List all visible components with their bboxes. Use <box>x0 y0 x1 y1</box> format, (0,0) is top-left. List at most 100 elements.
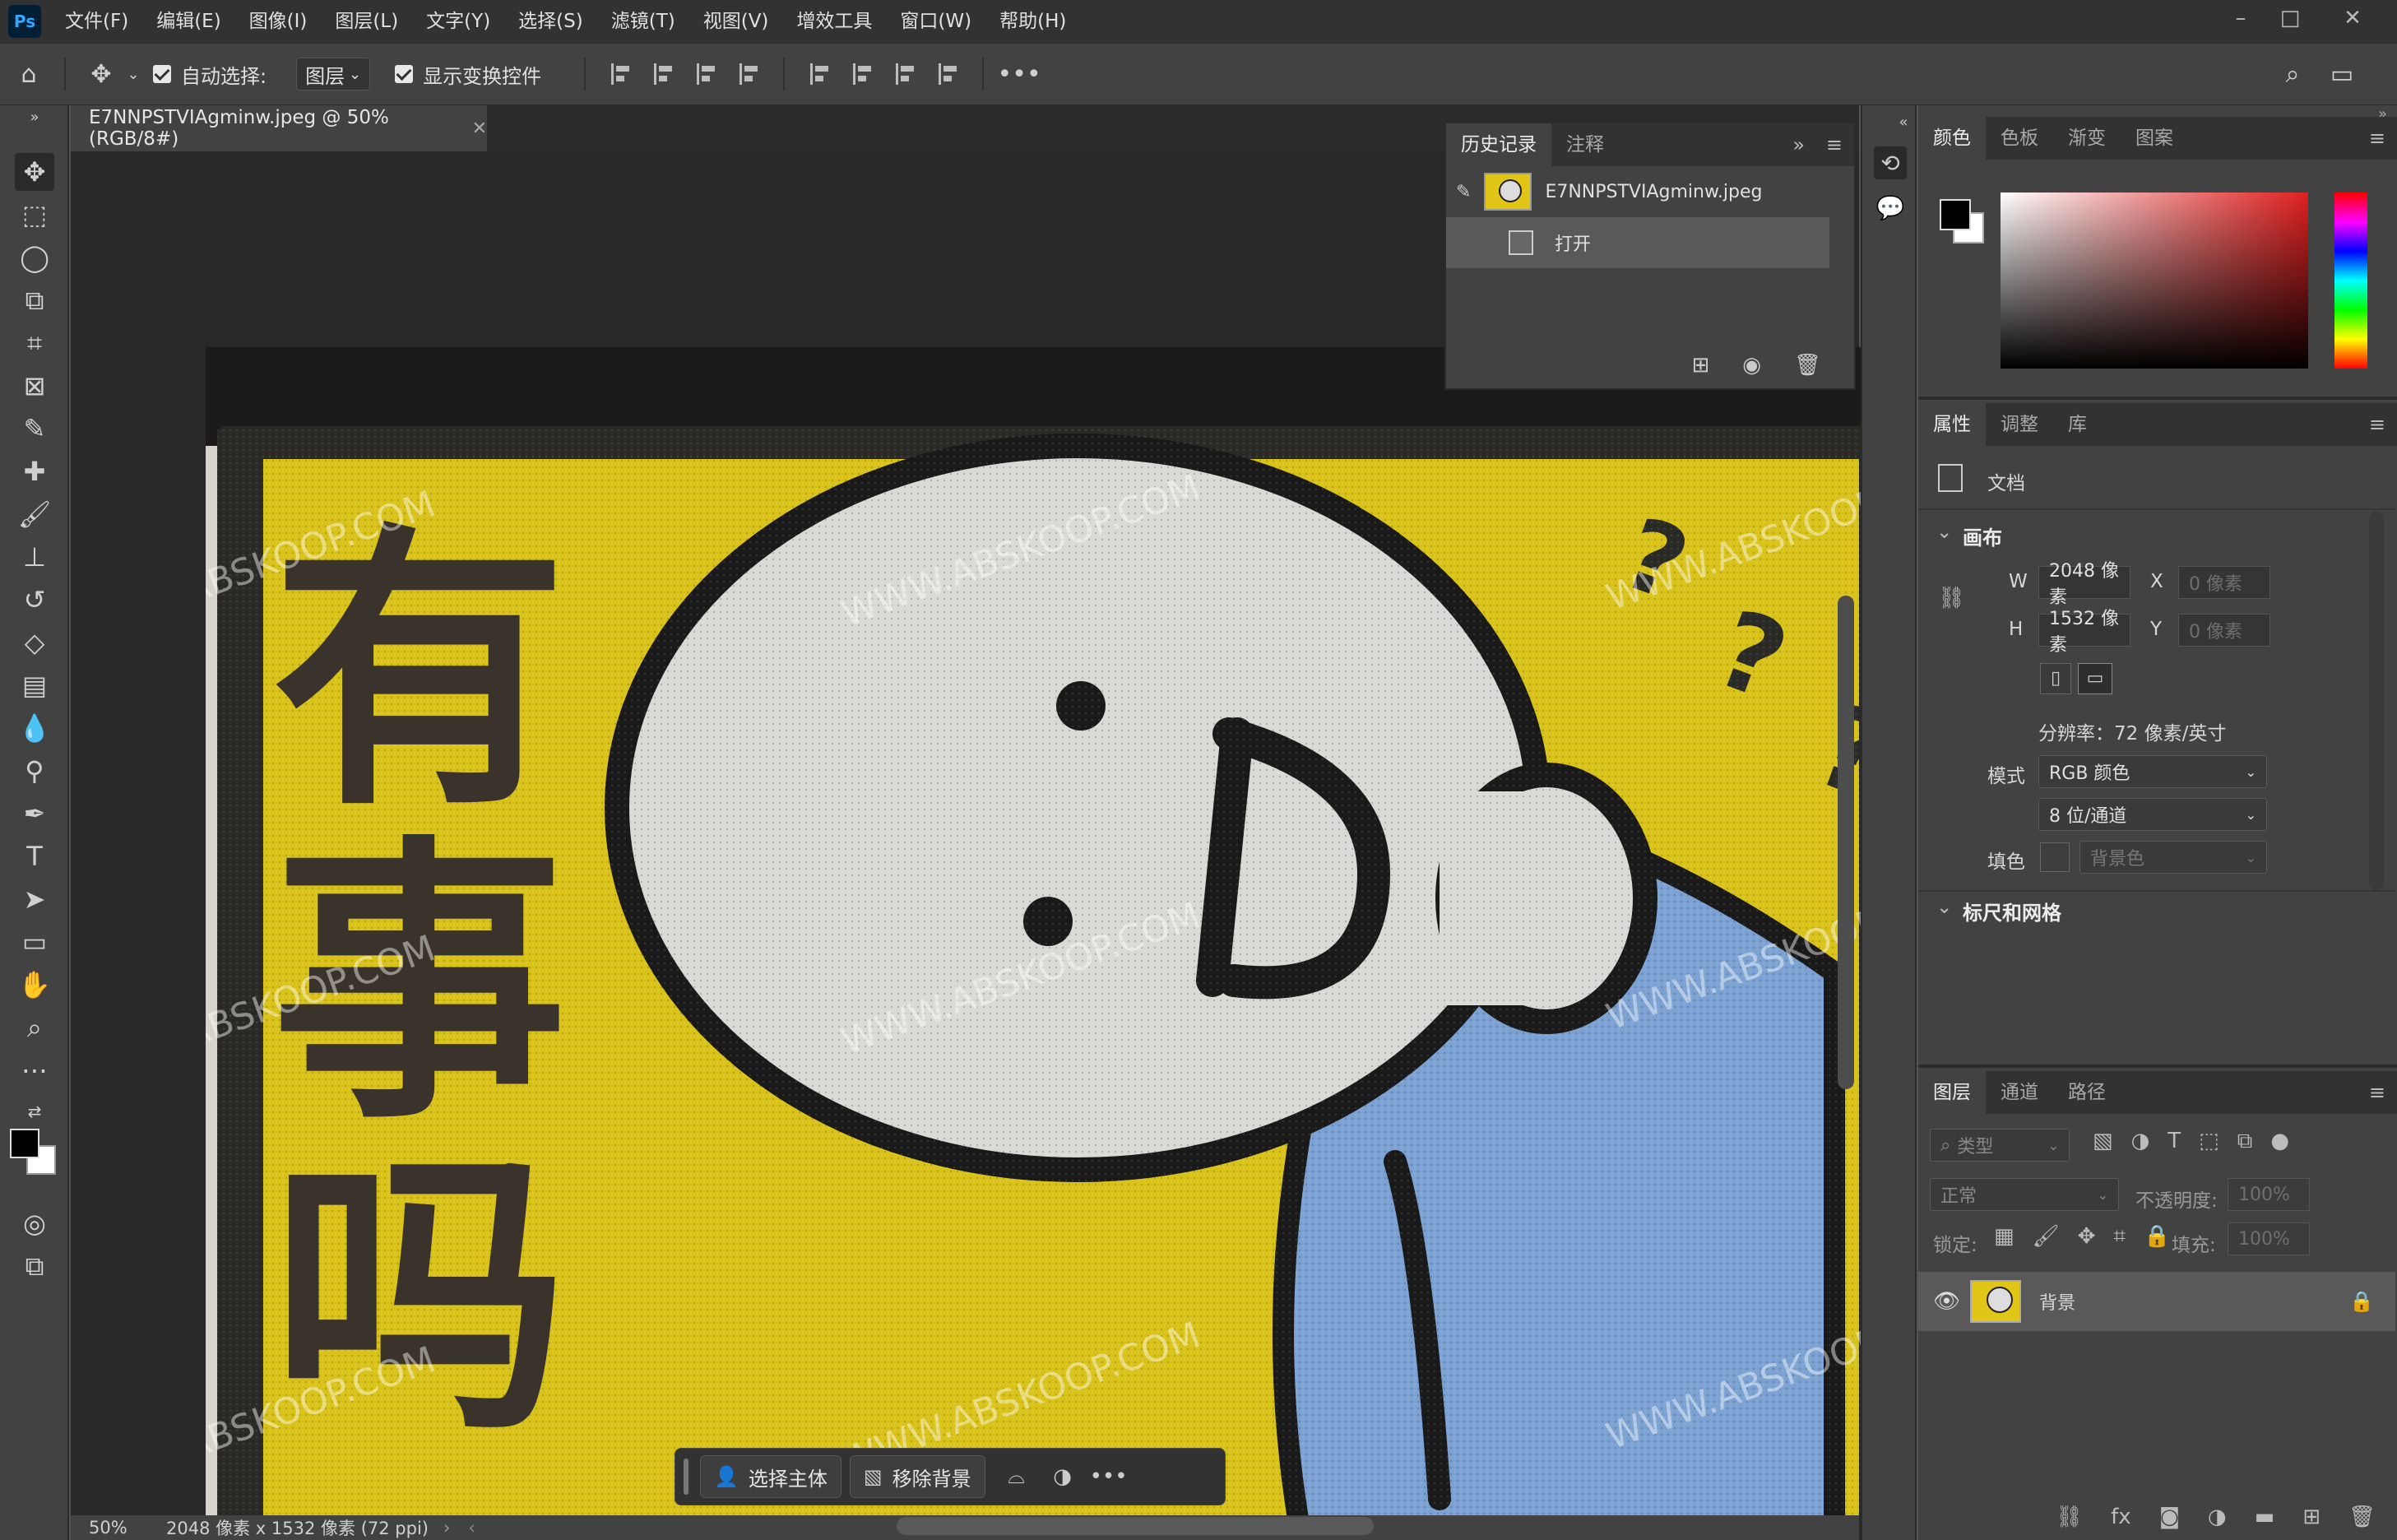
lock-image-pixels-icon[interactable]: 🖌 <box>2033 1224 2060 1250</box>
foreground-color-swatch[interactable] <box>1940 199 1971 230</box>
link-layers-icon[interactable]: ⛓ <box>2056 1505 2083 1529</box>
tab-swatches[interactable]: 色板 <box>1986 117 2053 160</box>
remove-background-button[interactable]: ▧ 移除背景 <box>849 1455 985 1498</box>
tab-notes[interactable]: 注释 <box>1551 123 1619 166</box>
history-panel-icon[interactable]: ⟲ <box>1874 146 1907 179</box>
landscape-orientation-icon[interactable]: ▭ <box>2078 663 2112 694</box>
menu-filter[interactable]: 滤镜(T) <box>597 0 689 43</box>
width-field[interactable]: 2048 像素 <box>2038 561 2130 608</box>
adjustment-icon[interactable]: ◑ <box>1040 1464 1086 1489</box>
lasso-tool-icon[interactable]: ◯ <box>15 239 54 276</box>
distribute-vertical-icon[interactable] <box>926 63 969 85</box>
portrait-orientation-icon[interactable]: ▯ <box>2040 663 2071 694</box>
checkbox-checked-icon[interactable] <box>395 65 414 83</box>
chevron-down-icon[interactable]: ⌄ <box>1936 522 1952 543</box>
type-layer-filter-icon[interactable]: T <box>2168 1129 2181 1154</box>
eraser-tool-icon[interactable]: ◇ <box>15 624 54 661</box>
document-tab[interactable]: E7NNPSTVIAgminw.jpeg @ 50%(RGB/8#) ✕ <box>71 105 487 151</box>
frame-tool-icon[interactable]: ⊠ <box>15 367 54 405</box>
tab-paths[interactable]: 路径 <box>2053 1071 2121 1114</box>
align-center-horizontal-icon[interactable] <box>642 63 684 85</box>
marquee-tool-icon[interactable]: ⬚ <box>15 196 54 234</box>
collapse-toolbar-icon[interactable]: » <box>15 109 54 126</box>
object-select-tool-icon[interactable]: ⧉ <box>15 281 54 319</box>
clone-stamp-tool-icon[interactable]: ⊥ <box>15 538 54 576</box>
quick-mask-icon[interactable]: ◎ <box>15 1204 54 1242</box>
chevron-left-icon[interactable]: ‹ <box>468 1518 475 1538</box>
healing-brush-tool-icon[interactable]: ✚ <box>15 452 54 490</box>
camera-icon[interactable]: ◉ <box>1742 353 1761 378</box>
comment-icon[interactable]: 💬 <box>1874 191 1907 224</box>
task-bar-drag-handle[interactable] <box>684 1459 688 1495</box>
height-field[interactable]: 1532 像素 <box>2038 609 2130 656</box>
menu-help[interactable]: 帮助(H) <box>985 0 1080 43</box>
panel-menu-icon[interactable]: ≡ <box>1826 133 1843 156</box>
swap-colors-icon[interactable]: ⇄ <box>15 1092 54 1130</box>
new-layer-icon[interactable]: ⊞ <box>2302 1505 2320 1529</box>
link-dimensions-icon[interactable]: ⛓ <box>1938 586 1965 610</box>
distribute-horizontal-icon[interactable] <box>727 63 770 85</box>
auto-select-checkbox[interactable]: 自动选择: <box>153 60 267 89</box>
tab-channels[interactable]: 通道 <box>1986 1071 2053 1114</box>
tab-color[interactable]: 颜色 <box>1918 117 1986 160</box>
close-icon[interactable]: ✕ <box>472 118 487 139</box>
lock-transparent-pixels-icon[interactable]: ▦ <box>1994 1224 2015 1250</box>
move-tool-preset-icon[interactable]: ✥ <box>79 60 123 89</box>
pen-tool-icon[interactable]: ✒ <box>15 795 54 833</box>
foreground-color-swatch[interactable] <box>10 1129 39 1158</box>
rectangle-tool-icon[interactable]: ▭ <box>15 923 54 961</box>
layer-filter-select[interactable]: ⌕ 类型 ⌄ <box>1930 1129 2070 1162</box>
tab-adjustments[interactable]: 调整 <box>1986 403 2053 446</box>
lock-artboard-icon[interactable]: ⌗ <box>2113 1224 2126 1250</box>
menu-layer[interactable]: 图层(L) <box>321 0 412 43</box>
crop-tool-icon[interactable]: ⌗ <box>15 324 54 362</box>
brush-tool-icon[interactable]: 🖌 <box>15 495 54 533</box>
history-brush-source-icon[interactable]: ✎ <box>1456 182 1471 202</box>
x-field[interactable]: 0 像素 <box>2178 566 2270 599</box>
more-options-icon[interactable]: ••• <box>997 60 1041 89</box>
fill-color-swatch[interactable] <box>2040 842 2070 872</box>
layer-row[interactable]: 👁 背景 🔒 <box>1918 1272 2395 1331</box>
edit-toolbar-icon[interactable]: ⋯ <box>15 1051 54 1089</box>
tab-patterns[interactable]: 图案 <box>2121 117 2188 160</box>
expand-icon[interactable]: » <box>1792 133 1805 156</box>
maximize-button[interactable]: □ <box>2265 0 2315 36</box>
canvas-section-title[interactable]: 画布 <box>1963 522 2002 550</box>
trash-icon[interactable]: 🗑 <box>2348 1505 2376 1529</box>
lock-position-icon[interactable]: ✥ <box>2078 1224 2096 1250</box>
fill-select[interactable]: 背景色 ⌄ <box>2079 841 2267 874</box>
menu-file[interactable]: 文件(F) <box>51 0 142 43</box>
hand-tool-icon[interactable]: ✋ <box>15 966 54 1004</box>
dodge-tool-icon[interactable]: ⚲ <box>15 752 54 790</box>
new-adjustment-layer-icon[interactable]: ◑ <box>2208 1505 2227 1529</box>
color-mode-select[interactable]: RGB 颜色 ⌄ <box>2038 755 2267 788</box>
blur-tool-icon[interactable]: 💧 <box>15 709 54 747</box>
menu-window[interactable]: 窗口(W) <box>886 0 985 43</box>
show-transform-checkbox[interactable]: 显示变换控件 <box>395 60 541 89</box>
menu-plugins[interactable]: 增效工具 <box>782 0 886 43</box>
eye-icon[interactable]: 👁 <box>1933 1289 1960 1314</box>
close-window-button[interactable]: ✕ <box>2328 0 2377 36</box>
screen-mode-icon[interactable]: ⧉ <box>15 1247 54 1285</box>
panel-menu-icon[interactable]: ≡ <box>2369 127 2385 150</box>
tab-libraries[interactable]: 库 <box>2053 403 2102 446</box>
lock-icon[interactable]: 🔒 <box>2349 1290 2374 1313</box>
tab-properties[interactable]: 属性 <box>1918 403 1986 446</box>
gradient-tool-icon[interactable]: ▤ <box>15 666 54 704</box>
rulers-grids-section-title[interactable]: 标尺和网格 <box>1963 897 2061 925</box>
vertical-scrollbar[interactable] <box>1838 596 1854 1089</box>
filter-toggle-icon[interactable]: ● <box>2270 1129 2289 1154</box>
adjustment-layer-filter-icon[interactable]: ◑ <box>2131 1129 2150 1154</box>
properties-scrollbar[interactable] <box>2369 512 2384 890</box>
blend-mode-select[interactable]: 正常 ⌄ <box>1930 1178 2119 1211</box>
chevron-down-icon[interactable]: ⌄ <box>123 66 143 83</box>
panel-menu-icon[interactable]: ≡ <box>2369 413 2385 436</box>
tab-history[interactable]: 历史记录 <box>1446 123 1551 166</box>
menu-view[interactable]: 视图(V) <box>689 0 783 43</box>
home-icon[interactable]: ⌂ <box>7 60 51 89</box>
align-bottom-icon[interactable] <box>883 63 926 85</box>
document-canvas-image[interactable]: ? ? ? 有 事 吗 WWW.ABSKOOP.COM WWW.ABSKOOP.… <box>206 347 1892 1540</box>
transform-icon[interactable]: ⌓ <box>994 1464 1040 1490</box>
menu-type[interactable]: 文字(Y) <box>412 0 504 43</box>
horizontal-scrollbar[interactable] <box>897 1517 1374 1535</box>
